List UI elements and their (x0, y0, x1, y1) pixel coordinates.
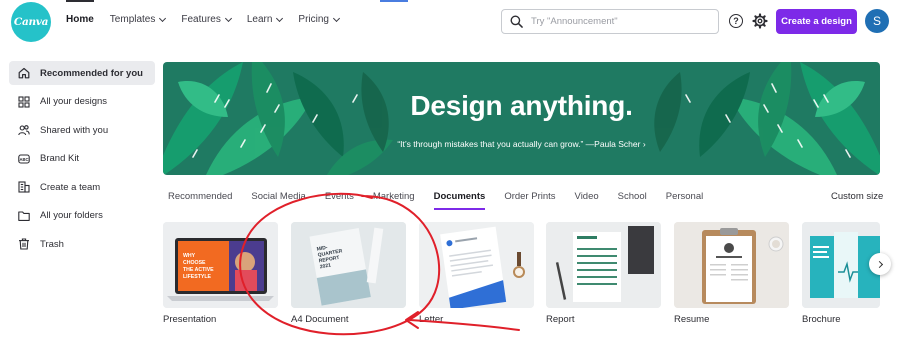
grid-icon (18, 95, 30, 108)
chevron-down-icon (332, 14, 341, 22)
sidebar-item-label: Create a team (40, 181, 101, 193)
sidebar: Recommended for you All your designs Sha… (9, 61, 155, 261)
chevron-down-icon (224, 14, 232, 22)
tab-video[interactable]: Video (575, 191, 599, 210)
template-card-presentation[interactable]: WHY CHOOSE THE ACTIVE LIFESTYLE (163, 222, 278, 308)
template-card-report[interactable] (546, 222, 661, 308)
search-icon (510, 15, 523, 28)
avatar-initial: S (872, 14, 881, 28)
card-label-report[interactable]: Report (546, 314, 575, 325)
canva-logo[interactable]: Canva (11, 2, 51, 42)
sidebar-item-label: Trash (40, 238, 64, 250)
chevron-down-icon (276, 14, 284, 22)
avatar[interactable]: S (865, 9, 889, 33)
home-icon (18, 67, 30, 79)
resume-thumbnail (674, 222, 789, 308)
top-bar: Canva Home Templates Features Learn Pric… (0, 0, 900, 44)
a4-document-thumbnail: MID- QUARTER REPORT 2021 (291, 222, 406, 308)
tab-events[interactable]: Events (325, 191, 354, 210)
sidebar-item-folders[interactable]: All your folders (9, 204, 155, 228)
nav-pricing-label: Pricing (298, 14, 329, 25)
presentation-thumbnail: WHY CHOOSE THE ACTIVE LIFESTYLE (163, 222, 278, 308)
top-accent-bar (380, 0, 408, 2)
nav-templates-label: Templates (109, 14, 156, 25)
hero-banner[interactable]: Design anything. “It’s through mistakes … (163, 62, 880, 175)
card-label-a4-document[interactable]: A4 Document (291, 314, 349, 325)
help-glyph: ? (733, 16, 739, 26)
svg-text:LIFESTYLE: LIFESTYLE (183, 274, 211, 280)
svg-text:ABC: ABC (19, 157, 28, 162)
carousel-next-button[interactable] (869, 253, 891, 275)
search-input[interactable] (531, 16, 711, 27)
sidebar-item-all-designs[interactable]: All your designs (9, 90, 155, 114)
nav-templates[interactable]: Templates (109, 14, 167, 25)
chevron-right-icon (875, 260, 883, 268)
brand-kit-icon: ABC (18, 153, 30, 164)
trash-icon (19, 238, 29, 250)
help-icon[interactable]: ? (729, 14, 743, 28)
folder-icon (18, 210, 30, 221)
sidebar-item-create-team[interactable]: Create a team (9, 175, 155, 199)
svg-text:CHOOSE: CHOOSE (183, 260, 206, 266)
logo-text: Canva (13, 16, 49, 28)
nav-home[interactable]: Home (66, 14, 94, 25)
main-nav: Home Templates Features Learn Pricing (66, 14, 355, 25)
card-label-letter[interactable]: Letter (419, 314, 443, 325)
template-card-letter[interactable] (419, 222, 534, 308)
tab-personal[interactable]: Personal (666, 191, 704, 210)
sidebar-item-brand-kit[interactable]: ABC Brand Kit (9, 147, 155, 171)
chevron-down-icon (159, 14, 167, 22)
building-icon (18, 181, 30, 193)
active-nav-indicator (66, 0, 94, 2)
nav-features[interactable]: Features (181, 14, 232, 25)
tab-order-prints[interactable]: Order Prints (504, 191, 555, 210)
nav-learn-label: Learn (246, 14, 273, 25)
sidebar-item-label: Shared with you (40, 124, 109, 136)
tab-recommended[interactable]: Recommended (168, 191, 232, 210)
letter-thumbnail (419, 222, 534, 308)
hero-quote[interactable]: “It’s through mistakes that you actually… (163, 139, 880, 149)
report-thumbnail (546, 222, 661, 308)
create-design-button[interactable]: Create a design (776, 9, 857, 34)
card-label-brochure[interactable]: Brochure (802, 314, 841, 325)
svg-text:THE ACTIVE: THE ACTIVE (183, 267, 214, 273)
card-label-presentation[interactable]: Presentation (163, 314, 216, 325)
tab-social-media[interactable]: Social Media (251, 191, 305, 210)
sidebar-item-trash[interactable]: Trash (9, 232, 155, 256)
sidebar-item-label: All your folders (40, 210, 103, 221)
create-design-label: Create a design (781, 16, 852, 27)
people-icon (18, 125, 30, 136)
svg-text:WHY: WHY (183, 253, 196, 259)
tab-documents[interactable]: Documents (433, 191, 485, 210)
annotation-arrow-head (405, 311, 419, 329)
category-tabs: Recommended Social Media Events Marketin… (168, 191, 722, 210)
sidebar-item-label: All your designs (40, 96, 108, 107)
template-card-a4-document[interactable]: MID- QUARTER REPORT 2021 (291, 222, 406, 308)
nav-features-label: Features (181, 14, 221, 25)
tab-marketing[interactable]: Marketing (373, 191, 415, 210)
custom-size-button[interactable]: Custom size (831, 191, 883, 202)
sidebar-item-shared[interactable]: Shared with you (9, 118, 155, 142)
search-box[interactable] (501, 9, 719, 34)
card-label-resume[interactable]: Resume (674, 314, 709, 325)
sidebar-item-label: Recommended for you (40, 67, 143, 79)
nav-learn[interactable]: Learn (246, 14, 284, 25)
sidebar-item-label: Brand Kit (40, 153, 80, 164)
template-card-resume[interactable] (674, 222, 789, 308)
nav-pricing[interactable]: Pricing (298, 14, 341, 25)
tab-school[interactable]: School (618, 191, 647, 210)
nav-home-label: Home (66, 14, 94, 25)
sidebar-item-recommended[interactable]: Recommended for you (9, 61, 155, 85)
gear-icon[interactable] (752, 13, 768, 29)
hero-title: Design anything. (410, 90, 633, 121)
